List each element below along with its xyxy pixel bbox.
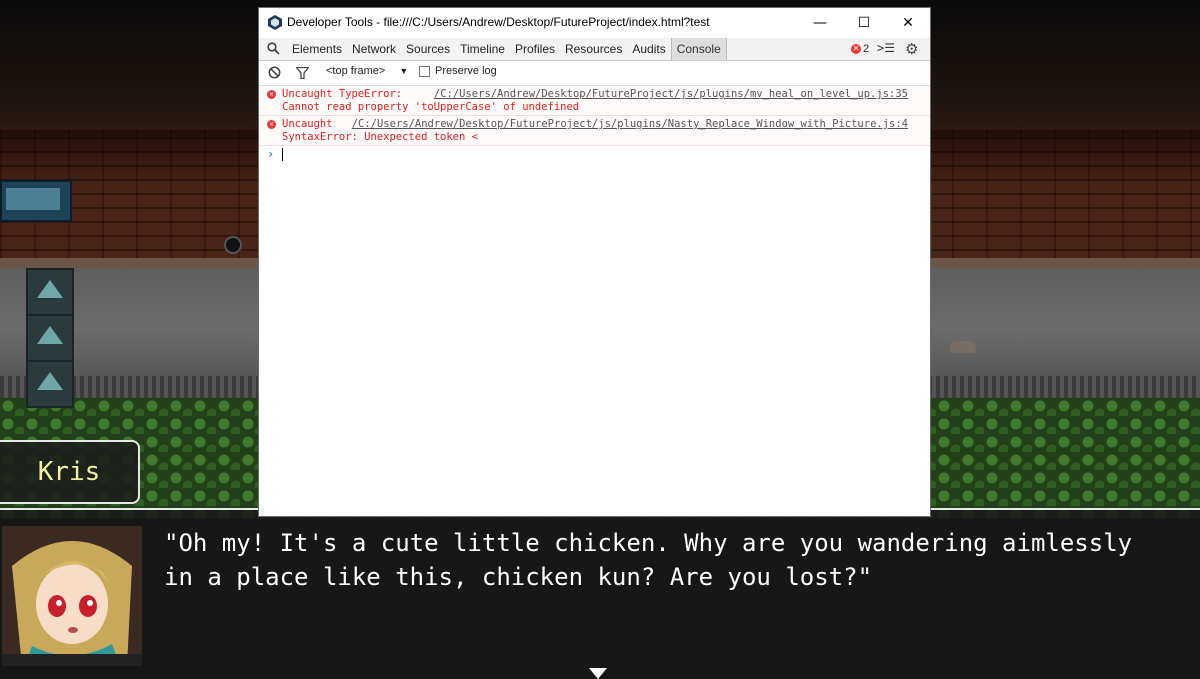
error-source-link[interactable]: /C:/Users/Andrew/Desktop/FutureProject/j… <box>352 118 908 130</box>
error-detail: Cannot read property 'toUpperCase' of un… <box>282 101 580 113</box>
devtools-window: Developer Tools - file:///C:/Users/Andre… <box>259 8 930 516</box>
error-source-link[interactable]: /C:/Users/Andrew/Desktop/FutureProject/j… <box>434 88 908 100</box>
console-output[interactable]: ✕ Uncaught TypeError: /C:/Users/Andrew/D… <box>259 86 930 516</box>
tab-audits[interactable]: Audits <box>627 38 670 60</box>
console-filterbar: <top frame> ▼ Preserve log <box>259 61 930 86</box>
preserve-log-checkbox[interactable] <box>419 65 430 77</box>
preserve-log-label: Preserve log <box>435 65 497 77</box>
up-arrow-icon <box>37 372 63 390</box>
frame-selector[interactable]: <top frame> ▼ <box>326 65 408 77</box>
tab-resources[interactable]: Resources <box>560 38 627 60</box>
wall-sign-panel <box>6 188 60 210</box>
maximize-button[interactable]: ☐ <box>842 8 886 38</box>
message-window[interactable]: "Oh my! It's a cute little chicken. Why … <box>0 508 1200 679</box>
tab-console[interactable]: Console <box>670 38 727 60</box>
frame-selector-value: <top frame> <box>326 65 386 77</box>
panel-tabs: Elements Network Sources Timeline Profil… <box>287 38 727 60</box>
tab-network[interactable]: Network <box>347 38 401 60</box>
console-error-message[interactable]: ✕ Uncaught /C:/Users/Andrew/Desktop/Futu… <box>259 116 930 146</box>
continue-arrow-icon[interactable] <box>589 668 607 679</box>
tab-profiles[interactable]: Profiles <box>510 38 560 60</box>
character-portrait <box>2 526 142 666</box>
devtools-toolbar: Elements Network Sources Timeline Profil… <box>259 38 930 61</box>
tab-timeline[interactable]: Timeline <box>455 38 510 60</box>
wall-sign <box>0 180 72 222</box>
chevron-down-icon: ▼ <box>399 66 409 76</box>
vent-arrow-tile <box>26 268 74 316</box>
dialogue-text: "Oh my! It's a cute little chicken. Why … <box>164 529 1133 591</box>
chicken-sprite <box>950 341 976 353</box>
devtools-app-icon <box>268 15 282 30</box>
up-arrow-icon <box>37 326 63 344</box>
clear-console-icon[interactable] <box>268 66 281 79</box>
error-icon: ✕ <box>267 120 276 129</box>
error-count-badge[interactable]: ✕ 2 <box>851 43 869 55</box>
console-drawer-icon[interactable]: >☰ <box>877 41 895 55</box>
text-cursor <box>282 148 283 161</box>
error-icon: ✕ <box>851 44 861 54</box>
minimize-button[interactable]: — <box>798 8 842 38</box>
vent-arrow-tile <box>26 314 74 362</box>
search-icon[interactable] <box>267 42 280 55</box>
console-prompt[interactable]: › <box>259 146 930 164</box>
close-button[interactable]: ✕ <box>886 8 930 38</box>
error-title: Uncaught TypeError: <box>282 88 403 100</box>
portrait-illustration <box>2 526 142 666</box>
error-count: 2 <box>863 43 870 55</box>
tab-sources[interactable]: Sources <box>401 38 455 60</box>
error-detail: SyntaxError: Unexpected token < <box>282 131 478 143</box>
gear-icon[interactable]: ⚙ <box>905 40 918 58</box>
console-error-message[interactable]: ✕ Uncaught TypeError: /C:/Users/Andrew/D… <box>259 86 930 116</box>
error-title: Uncaught <box>282 118 333 130</box>
tab-elements[interactable]: Elements <box>287 38 347 60</box>
filter-icon[interactable] <box>296 67 309 79</box>
pipe-hole <box>224 236 242 254</box>
up-arrow-icon <box>37 280 63 298</box>
window-titlebar[interactable]: Developer Tools - file:///C:/Users/Andre… <box>259 8 930 38</box>
window-title: Developer Tools - file:///C:/Users/Andre… <box>287 15 710 29</box>
preserve-log-option[interactable]: Preserve log <box>419 65 497 77</box>
vent-arrow-tile <box>26 360 74 408</box>
prompt-chevron-icon: › <box>267 147 275 161</box>
speaker-name-box: Kris <box>0 440 140 504</box>
error-icon: ✕ <box>267 90 276 99</box>
speaker-name: Kris <box>37 457 101 487</box>
